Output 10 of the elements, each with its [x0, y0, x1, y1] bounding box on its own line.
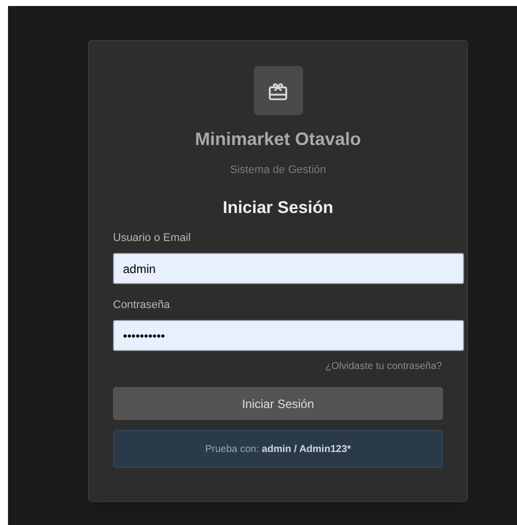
login-button[interactable]: Iniciar Sesión	[113, 387, 443, 420]
field-label: Contraseña	[113, 298, 171, 312]
forgot-password-link[interactable]: ¿Olvidaste tu contraseña?	[325, 361, 442, 373]
form-heading: Iniciar Sesión	[222, 197, 334, 219]
app-title: Minimarket Otavalo	[194, 128, 362, 151]
app-subtitle: Sistema de Gestión	[230, 163, 326, 177]
field-label: Usuario o Email	[113, 231, 192, 245]
hint-text: Prueba con: admin / Admin123*	[205, 442, 351, 456]
text-field[interactable]: ••••••••••	[113, 320, 464, 351]
text-field[interactable]: admin	[113, 253, 464, 284]
